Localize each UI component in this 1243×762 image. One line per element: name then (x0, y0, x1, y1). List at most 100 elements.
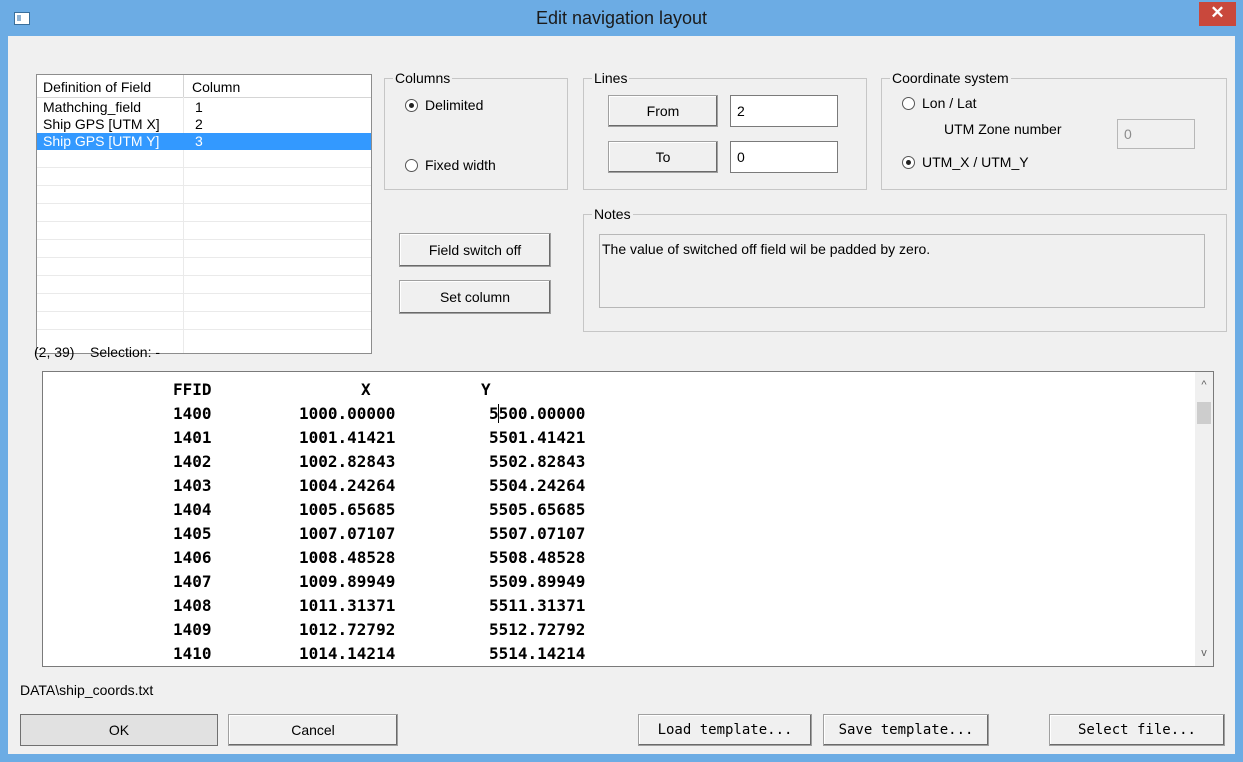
y-cell: 5501.41421 (489, 428, 586, 447)
column-header-column[interactable]: Column (192, 79, 240, 95)
window-title: Edit navigation layout (535, 8, 708, 28)
ffid-cell: 1401 (173, 428, 212, 447)
lines-group: Lines From To (583, 70, 867, 190)
vertical-scrollbar[interactable]: ^ v (1195, 372, 1213, 666)
columns-group-label: Columns (393, 70, 453, 86)
radio-dot (902, 97, 915, 110)
field-column: 3 (195, 133, 203, 149)
x-cell: 1012.72792 (299, 620, 396, 639)
header-y: Y (481, 380, 491, 399)
select-file-button[interactable]: Select file... (1049, 714, 1225, 746)
y-cell: 5514.14214 (489, 644, 586, 663)
file-preview[interactable]: FFID X Y 1400 1000.00000 5500.00000 1401… (42, 371, 1214, 667)
cancel-button[interactable]: Cancel (228, 714, 398, 746)
title-bar[interactable]: Edit navigation layout ✕ (0, 0, 1243, 36)
x-cell: 1001.41421 (299, 428, 396, 447)
scroll-up-icon[interactable]: ^ (1195, 376, 1213, 394)
field-switch-off-button[interactable]: Field switch off (399, 233, 551, 267)
header-x: X (361, 380, 371, 399)
y-cell: 5500.00000 (489, 404, 586, 423)
coordinate-system-label: Coordinate system (890, 70, 1011, 86)
y-cell: 5508.48528 (489, 548, 586, 567)
selection-status: Selection: - (90, 344, 161, 360)
x-cell: 1014.14214 (299, 644, 396, 663)
utm-zone-input[interactable] (1117, 119, 1195, 149)
grid-line (37, 293, 371, 294)
notes-text: The value of switched off field wil be p… (599, 234, 1205, 308)
data-row: 1407 1009.89949 5509.89949 (43, 572, 585, 594)
field-row[interactable]: Ship GPS [UTM X] 2 (37, 116, 371, 133)
to-input[interactable] (730, 141, 838, 173)
scrollbar-thumb[interactable] (1197, 402, 1211, 424)
data-row: 1404 1005.65685 5505.65685 (43, 500, 585, 522)
header-ffid: FFID (173, 380, 212, 399)
data-row: 1401 1001.41421 5501.41421 (43, 428, 585, 450)
file-path: DATA\ship_coords.txt (20, 682, 154, 698)
grid-line (37, 329, 371, 330)
columns-group: Columns Delimited Fixed width (384, 70, 568, 190)
y-cell: 5502.82843 (489, 452, 586, 471)
coordinate-system-group: Coordinate system Lon / Lat UTM Zone num… (881, 70, 1227, 190)
data-row: 1405 1007.07107 5507.07107 (43, 524, 585, 546)
load-template-button[interactable]: Load template... (638, 714, 812, 746)
field-list-header: Definition of Field Column (37, 75, 371, 98)
scroll-down-icon[interactable]: v (1195, 644, 1213, 662)
set-column-button[interactable]: Set column (399, 280, 551, 314)
radio-dot (405, 99, 418, 112)
grid-line (37, 257, 371, 258)
lines-group-label: Lines (592, 70, 630, 86)
field-name: Mathching_field (43, 99, 142, 115)
ffid-cell: 1402 (173, 452, 212, 471)
ffid-cell: 1405 (173, 524, 212, 543)
ffid-cell: 1407 (173, 572, 212, 591)
x-cell: 1011.31371 (299, 596, 396, 615)
header-separator[interactable] (183, 75, 184, 97)
radio-dot (902, 156, 915, 169)
cursor-position: (2, 39) (34, 344, 75, 360)
dialog-window: Edit navigation layout ✕ Definition of F… (0, 0, 1243, 762)
x-cell: 1008.48528 (299, 548, 396, 567)
dialog-client-area: Definition of Field Column Mathching_fie… (8, 36, 1235, 754)
ok-button[interactable]: OK (20, 714, 218, 746)
x-cell: 1005.65685 (299, 500, 396, 519)
data-row: 1402 1002.82843 5502.82843 (43, 452, 585, 474)
x-cell: 1000.00000 (299, 404, 396, 423)
from-button[interactable]: From (608, 95, 718, 127)
field-row-selected[interactable]: Ship GPS [UTM Y] 3 (37, 133, 371, 150)
column-header-definition[interactable]: Definition of Field (43, 79, 151, 95)
data-row: 1408 1011.31371 5511.31371 (43, 596, 585, 618)
data-row: 1400 1000.00000 5500.00000 (43, 404, 585, 426)
field-list[interactable]: Definition of Field Column Mathching_fie… (36, 74, 372, 354)
data-row: 1403 1004.24264 5504.24264 (43, 476, 585, 498)
field-column: 2 (195, 116, 203, 132)
y-cell: 5507.07107 (489, 524, 586, 543)
ffid-cell: 1404 (173, 500, 212, 519)
field-name: Ship GPS [UTM X] (43, 116, 160, 132)
ffid-cell: 1400 (173, 404, 212, 423)
ffid-cell: 1410 (173, 644, 212, 663)
utm-label: UTM_X / UTM_Y (922, 154, 1029, 170)
to-button[interactable]: To (608, 141, 718, 173)
y-cell: 5509.89949 (489, 572, 586, 591)
delimited-label: Delimited (425, 97, 484, 113)
fixed-width-label: Fixed width (425, 157, 496, 173)
grid-line (37, 221, 371, 222)
save-template-button[interactable]: Save template... (823, 714, 989, 746)
ffid-cell: 1408 (173, 596, 212, 615)
grid-line (37, 239, 371, 240)
field-name: Ship GPS [UTM Y] (43, 133, 160, 149)
x-cell: 1007.07107 (299, 524, 396, 543)
ffid-cell: 1409 (173, 620, 212, 639)
x-cell: 1004.24264 (299, 476, 396, 495)
grid-line (37, 167, 371, 168)
close-button[interactable]: ✕ (1199, 2, 1236, 26)
from-input[interactable] (730, 95, 838, 127)
grid-line (37, 185, 371, 186)
ffid-cell: 1403 (173, 476, 212, 495)
data-header-row: FFID X Y (43, 380, 491, 402)
y-cell: 5512.72792 (489, 620, 586, 639)
y-cell: 5504.24264 (489, 476, 586, 495)
y-cell: 5505.65685 (489, 500, 586, 519)
field-row[interactable]: Mathching_field 1 (37, 99, 371, 116)
grid-line (37, 311, 371, 312)
